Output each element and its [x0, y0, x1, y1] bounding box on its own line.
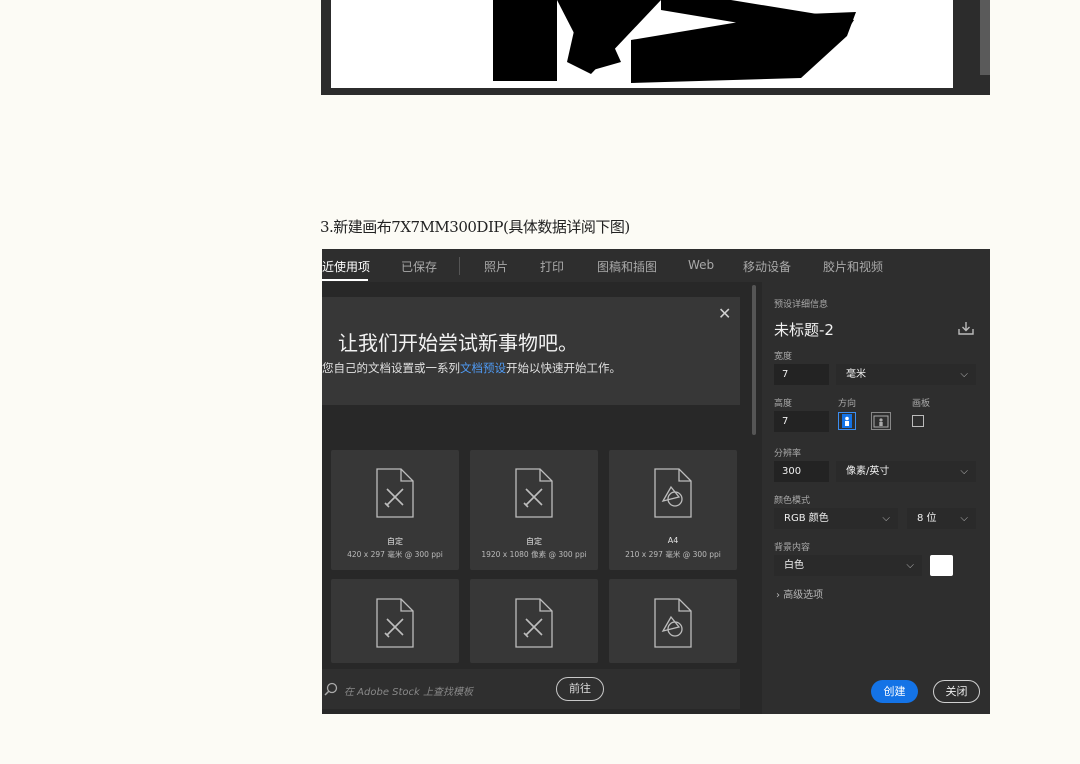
preset-name: 自定 [526, 537, 542, 546]
create-button[interactable]: 创建 [871, 680, 918, 703]
preset-card[interactable]: 自定 420 x 297 毫米 @ 300 ppi [331, 450, 459, 570]
tab-mobile[interactable]: 移动设备 [743, 258, 791, 275]
chevron-down-icon: ⌵ [960, 513, 968, 524]
portrait-icon [842, 414, 852, 428]
document-presets-link[interactable]: 文档预设 [460, 361, 506, 375]
resolution-label: 分辨率 [774, 449, 802, 459]
background-contents-select[interactable]: 白色 ⌵ [774, 555, 922, 576]
tab-recent[interactable]: 近使用项 [322, 258, 370, 275]
chevron-right-icon: › [776, 590, 780, 601]
tab-web[interactable]: Web [688, 258, 714, 272]
background-color-swatch[interactable] [930, 555, 953, 576]
preset-card[interactable]: 自定 1920 x 1080 像素 @ 300 ppi [470, 450, 598, 570]
height-label: 高度 [774, 399, 793, 409]
save-preset-icon[interactable] [958, 321, 974, 335]
preset-card[interactable] [609, 579, 737, 663]
preset-list-scrollbar[interactable] [752, 285, 756, 435]
tab-photo[interactable]: 照片 [484, 258, 508, 275]
artboard-checkbox[interactable] [912, 415, 924, 427]
background-contents-value: 白色 [784, 560, 804, 571]
tab-saved[interactable]: 已保存 [401, 258, 437, 275]
stock-search-input[interactable]: 在 Adobe Stock 上查找模板 [344, 683, 473, 698]
new-document-dialog: 近使用项 已保存 照片 打印 图稿和插图 Web 移动设备 胶片和视频 让我们开… [322, 249, 990, 714]
chevron-down-icon: ⌵ [906, 560, 914, 571]
bit-depth-select[interactable]: 8 位 ⌵ [907, 508, 976, 529]
tab-film-video[interactable]: 胶片和视频 [823, 258, 883, 275]
orientation-label: 方向 [838, 399, 857, 409]
advanced-options-label: 高级选项 [783, 590, 824, 601]
resolution-input[interactable]: 300 [774, 461, 829, 482]
print-document-icon [654, 468, 692, 518]
tab-print[interactable]: 打印 [540, 258, 564, 275]
close-button[interactable]: 关闭 [933, 680, 980, 703]
welcome-subtitle: 您自己的文档设置或一系列文档预设开始以快速开始工作。 [322, 360, 621, 376]
previous-step-screenshot [321, 0, 990, 95]
preset-detail: 1920 x 1080 像素 @ 300 ppi [481, 550, 587, 559]
search-icon [324, 682, 338, 696]
close-icon[interactable]: ✕ [718, 304, 731, 323]
canvas-preview [331, 0, 953, 88]
resolution-unit-value: 像素/英寸 [846, 466, 890, 477]
preset-tab-bar: 近使用项 已保存 照片 打印 图稿和插图 Web 移动设备 胶片和视频 [322, 249, 990, 282]
chevron-down-icon: ⌵ [960, 369, 968, 380]
welcome-subtitle-text: 开始以快速开始工作。 [506, 361, 621, 375]
preset-card[interactable]: A4 210 x 297 毫米 @ 300 ppi [609, 450, 737, 570]
preset-detail: 420 x 297 毫米 @ 300 ppi [347, 550, 443, 559]
landscape-orientation-button[interactable] [871, 412, 891, 430]
advanced-options-toggle[interactable]: › 高级选项 [776, 586, 823, 601]
step-caption: 3.新建画布7X7MM300DIP(具体数据详阅下图) [320, 218, 630, 236]
preset-name: A4 [667, 536, 679, 545]
height-input[interactable]: 7 [774, 411, 829, 432]
scrollbar[interactable] [980, 0, 990, 75]
print-document-icon [654, 598, 692, 648]
unit-value: 毫米 [846, 369, 866, 380]
preset-details-label: 预设详细信息 [774, 300, 829, 310]
chevron-down-icon: ⌵ [960, 466, 968, 477]
chevron-down-icon: ⌵ [882, 513, 890, 524]
portrait-orientation-button[interactable] [838, 412, 856, 430]
background-contents-label: 背景内容 [774, 543, 811, 553]
active-tab-indicator [322, 279, 368, 281]
custom-document-icon [376, 468, 414, 518]
welcome-subtitle-text: 您自己的文档设置或一系列 [322, 361, 460, 375]
resolution-unit-select[interactable]: 像素/英寸 ⌵ [836, 461, 976, 482]
bit-depth-value: 8 位 [917, 513, 937, 524]
color-mode-value: RGB 颜色 [784, 513, 829, 524]
welcome-title: 让我们开始尝试新事物吧。 [338, 331, 578, 355]
artboard-label: 画板 [912, 399, 931, 409]
custom-document-icon [515, 468, 553, 518]
black-glyph-shapes [493, 0, 856, 83]
preset-card[interactable] [470, 579, 598, 663]
preset-detail: 210 x 297 毫米 @ 300 ppi [625, 550, 721, 559]
unit-select[interactable]: 毫米 ⌵ [836, 364, 976, 385]
width-label: 宽度 [774, 352, 793, 362]
tab-art-illustration[interactable]: 图稿和插图 [597, 258, 657, 275]
preset-card[interactable] [331, 579, 459, 663]
preset-name: 自定 [387, 537, 403, 546]
width-input[interactable]: 7 [774, 364, 829, 385]
color-mode-select[interactable]: RGB 颜色 ⌵ [774, 508, 898, 529]
custom-document-icon [376, 598, 414, 648]
color-mode-label: 颜色模式 [774, 496, 811, 506]
landscape-icon [873, 415, 889, 428]
go-button[interactable]: 前往 [556, 677, 604, 701]
document-title-input[interactable]: 未标题-2 [774, 319, 834, 340]
tab-divider [459, 257, 460, 275]
custom-document-icon [515, 598, 553, 648]
